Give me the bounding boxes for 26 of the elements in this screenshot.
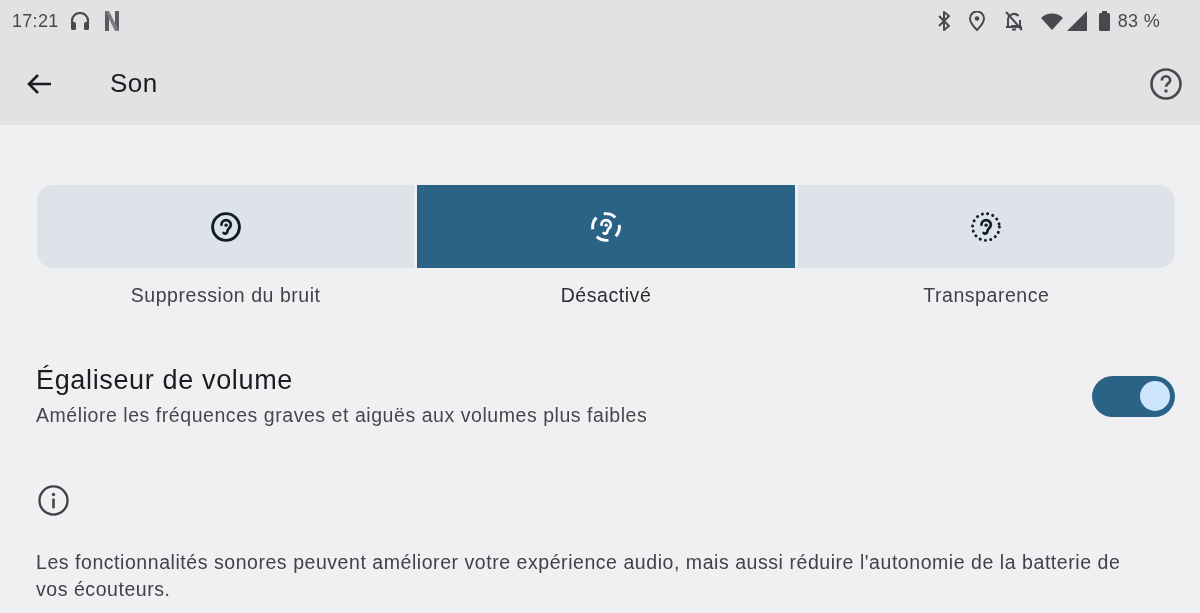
cell-signal-icon xyxy=(1066,11,1087,31)
battery-icon xyxy=(1098,11,1110,31)
mode-label: Suppression du bruit xyxy=(129,283,322,307)
info-text: Les fonctionnalités sonores peuvent améliorer votre expérience audio, mais aussi réduire l'autonomie de la batterie de vos écouteurs. xyxy=(36,550,1122,602)
bluetooth-icon xyxy=(936,11,951,31)
back-button[interactable] xyxy=(26,72,52,95)
wifi-icon xyxy=(1040,12,1063,30)
help-icon xyxy=(1150,67,1182,100)
location-pin-icon xyxy=(968,11,985,31)
ear-in-dotted-circle-icon xyxy=(971,211,1002,242)
info-icon xyxy=(38,485,69,516)
bell-off-icon xyxy=(1004,11,1023,31)
ear-in-circle-icon xyxy=(210,211,241,242)
back-arrow-icon xyxy=(26,72,52,95)
help-button[interactable] xyxy=(1150,67,1182,100)
n-logo-icon xyxy=(104,11,119,31)
page-title: Son xyxy=(110,68,159,99)
headphones-icon xyxy=(70,12,89,30)
setting-description: Améliore les fréquences graves et aiguës aux volumes plus faibles xyxy=(36,403,648,427)
toggle-switch[interactable] xyxy=(1092,375,1175,417)
ear-in-dashed-circle-icon xyxy=(591,211,621,242)
mode-label: Désactivé xyxy=(559,283,653,307)
setting-title: Égaliseur de volume xyxy=(36,365,294,395)
battery-percentage: 83 % xyxy=(1117,10,1160,32)
status-time: 17:21 xyxy=(12,10,59,32)
mode-label: Transparence xyxy=(922,283,1051,307)
